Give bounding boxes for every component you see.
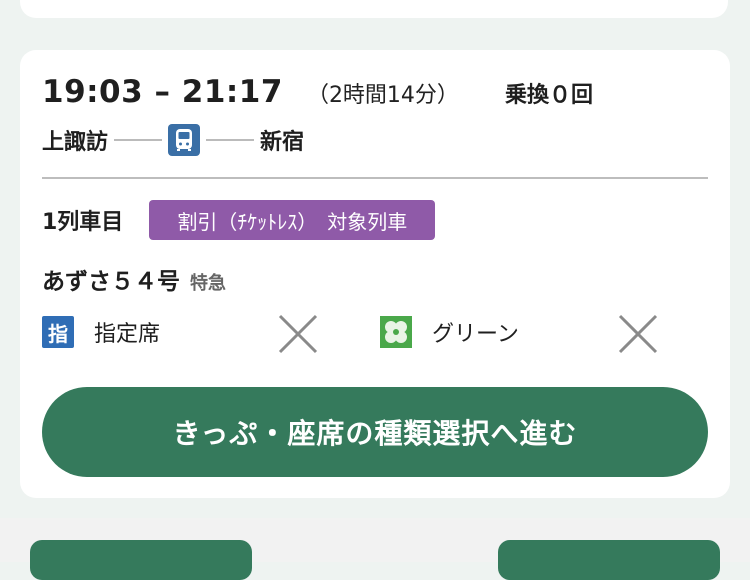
route-result-card: 19:03 – 21:17 （2時間14分） 乗換０回 上諏訪 新宿 1列車目 …: [20, 50, 730, 498]
train-type: 特急: [190, 273, 226, 294]
route-line: [114, 139, 163, 141]
route-row: 上諏訪 新宿: [42, 122, 304, 158]
unavailable-x-icon: [278, 314, 318, 354]
train-sequence-label: 1列車目: [42, 210, 124, 235]
travel-duration: （2時間14分）: [306, 83, 459, 108]
green-seat-label: グリーン: [432, 322, 519, 347]
route-line: [206, 139, 255, 141]
departure-arrival-time: 19:03 – 21:17: [42, 74, 283, 110]
reserved-seat-icon: 指: [42, 316, 74, 348]
arrival-station: 新宿: [260, 130, 305, 155]
reserved-seat-option: 指 指定席: [42, 312, 160, 352]
previous-result-card: [20, 0, 728, 18]
car-row: 1列車目 割引（ﾁｹｯﾄﾚｽ） 対象列車: [42, 200, 436, 240]
train-name: あずさ５４号: [42, 269, 180, 295]
departure-station: 上諏訪: [42, 130, 109, 155]
train-icon: [168, 124, 201, 156]
time-row: 19:03 – 21:17 （2時間14分） 乗換０回: [42, 74, 593, 114]
green-seat-option: グリーン: [380, 312, 519, 352]
discount-badge: 割引（ﾁｹｯﾄﾚｽ） 対象列車: [149, 200, 436, 240]
train-row: あずさ５４号 特急: [42, 262, 226, 296]
clover-icon: [380, 316, 412, 348]
reserved-seat-label: 指定席: [94, 322, 161, 347]
bottom-right-button[interactable]: [498, 540, 720, 580]
bottom-left-button[interactable]: [30, 540, 252, 580]
proceed-to-ticket-selection-button[interactable]: きっぷ・座席の種類選択へ進む: [42, 387, 708, 477]
transfer-count: 乗換０回: [504, 83, 593, 108]
divider: [42, 177, 708, 179]
unavailable-x-icon: [618, 314, 658, 354]
